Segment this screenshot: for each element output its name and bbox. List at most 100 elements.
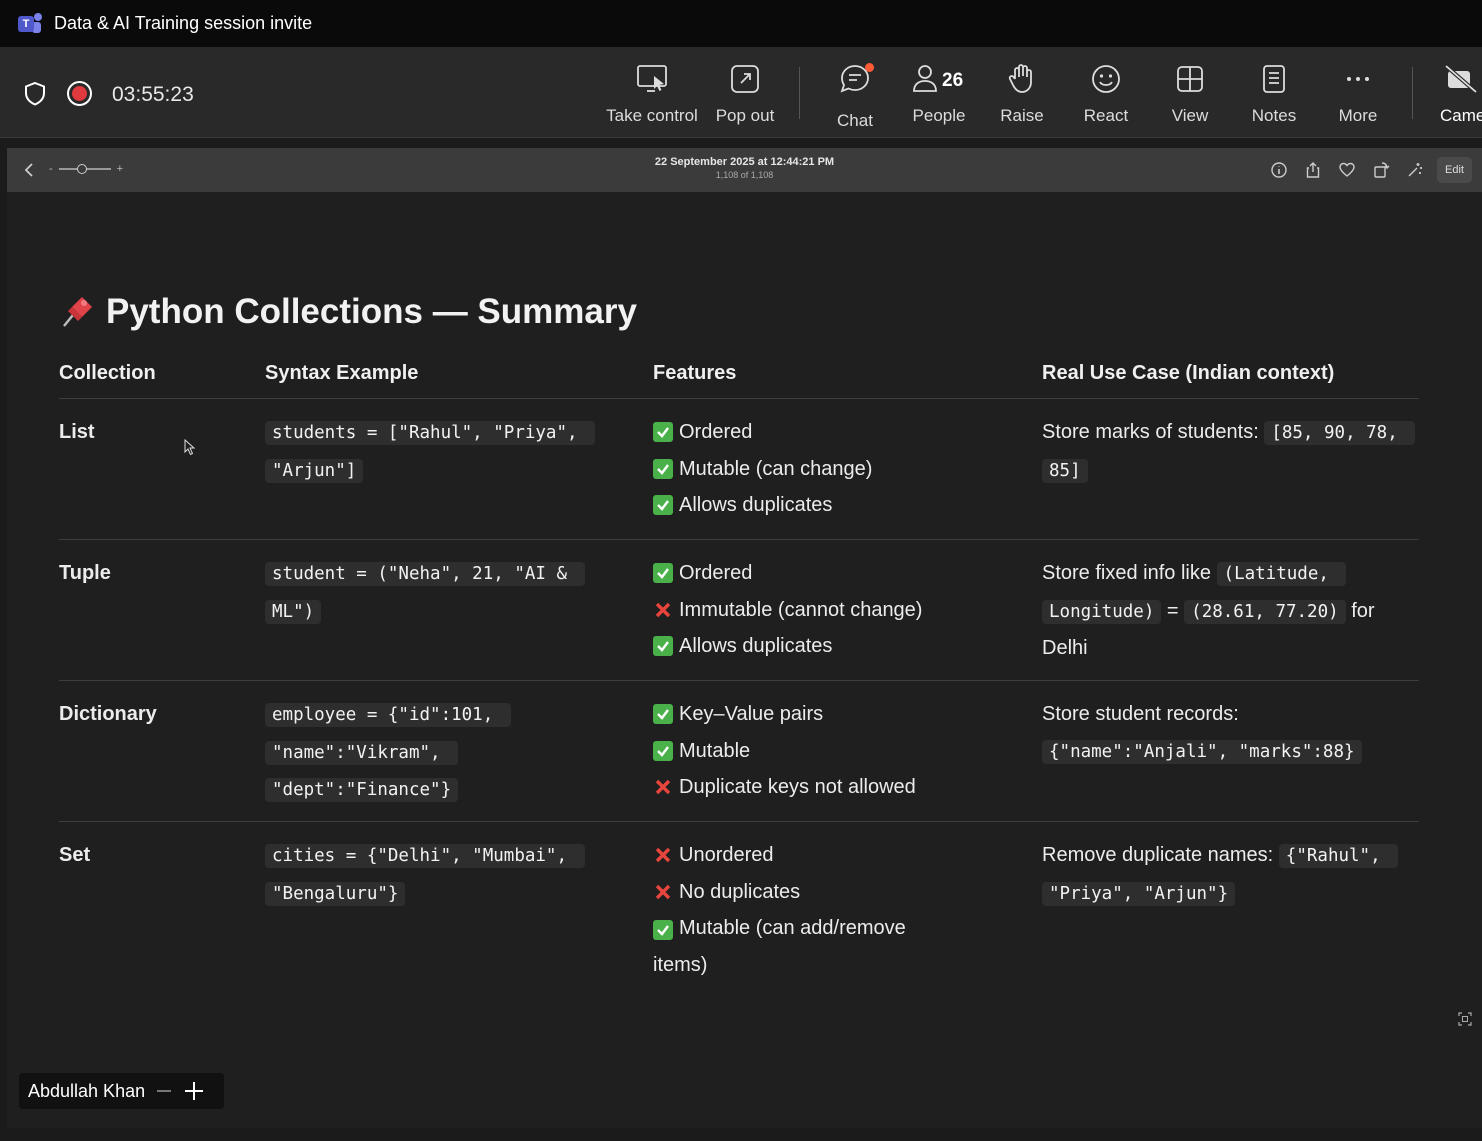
camera-off-icon	[1444, 64, 1478, 94]
feature-item: No duplicates	[653, 874, 953, 911]
usecase-tuple: Store fixed info like (Latitude, Longitu…	[1042, 562, 1375, 659]
camera-button[interactable]: Came	[1440, 62, 1482, 132]
zoom-in-icon[interactable]	[185, 1082, 204, 1100]
photo-count: 1,108 of 1,108	[715, 170, 774, 180]
react-label: React	[1083, 106, 1129, 125]
notes-icon	[1263, 65, 1285, 93]
features-set: Unordered No duplicates Mutable (can add…	[653, 837, 953, 983]
code-snippet: {"name":"Anjali", "marks":88}	[1042, 739, 1362, 764]
react-icon	[1092, 65, 1120, 93]
cross-icon	[653, 600, 673, 620]
view-button[interactable]: View	[1166, 62, 1214, 132]
usecase-set: Remove duplicate names: {"Rahul", "Priya…	[1042, 837, 1417, 912]
window-title: Data & AI Training session invite	[54, 13, 313, 33]
presenter-tag[interactable]: Abdullah Khan	[19, 1073, 224, 1109]
row-divider	[59, 680, 1419, 681]
syntax-set: cities = {"Delhi", "Mumbai", "Bengaluru"…	[265, 837, 595, 912]
view-icon	[1177, 66, 1203, 92]
window-title-bar: T Data & AI Training session invite	[0, 0, 1482, 47]
pop-out-icon	[731, 65, 759, 93]
raise-hand-button[interactable]: Raise	[998, 62, 1046, 132]
recording-indicator-icon	[67, 81, 92, 106]
feature-item: Duplicate keys not allowed	[653, 769, 993, 806]
features-dictionary: Key–Value pairs Mutable Duplicate keys n…	[653, 696, 993, 806]
check-icon	[653, 422, 673, 443]
toolbar-divider	[799, 67, 800, 119]
chat-button[interactable]: Chat	[829, 62, 881, 132]
usecase-dictionary: Store student records: {"name":"Anjali",…	[1042, 696, 1412, 770]
take-control-label: Take control	[606, 106, 698, 125]
col-header-syntax: Syntax Example	[265, 362, 419, 384]
chat-label: Chat	[837, 111, 873, 130]
row-name-tuple: Tuple	[59, 562, 111, 584]
syntax-dictionary: employee = {"id":101, "name":"Vikram", "…	[265, 696, 525, 809]
take-control-icon	[637, 65, 667, 92]
raise-label: Raise	[1000, 106, 1044, 125]
people-button[interactable]: 26 People	[910, 62, 968, 132]
people-count: 26	[942, 70, 964, 91]
react-button[interactable]: React	[1082, 62, 1130, 132]
chat-notification-dot	[865, 63, 874, 72]
feature-item: Ordered	[653, 414, 993, 451]
feature-item: Mutable (can change)	[653, 451, 993, 488]
feature-item: Unordered	[653, 837, 953, 874]
code-snippet: employee = {"id":101, "name":"Vikram", "…	[265, 703, 511, 802]
view-label: View	[1171, 106, 1209, 125]
enhance-icon[interactable]	[1406, 161, 1424, 179]
pushpin-icon	[63, 297, 92, 327]
check-icon	[653, 740, 673, 761]
page-title-text: Python Collections — Summary	[106, 292, 637, 331]
page-title: Python Collections — Summary	[58, 292, 637, 332]
take-control-button[interactable]: Take control	[606, 62, 698, 132]
more-label: More	[1338, 106, 1378, 125]
edit-button[interactable]: Edit	[1437, 157, 1472, 183]
feature-item: Key–Value pairs	[653, 696, 993, 733]
pop-out-label: Pop out	[715, 106, 775, 125]
check-icon	[653, 495, 673, 516]
teams-logo-icon: T	[18, 12, 42, 35]
zoom-out-icon[interactable]	[157, 1090, 172, 1092]
shield-icon[interactable]	[23, 81, 47, 107]
check-icon	[653, 458, 673, 479]
feature-item: Allows duplicates	[653, 628, 993, 665]
feature-item: Mutable (can add/remove items)	[653, 917, 906, 976]
pop-out-button[interactable]: Pop out	[712, 62, 778, 132]
check-icon	[653, 636, 673, 657]
toolbar-divider	[1412, 67, 1413, 119]
people-label: People	[912, 106, 966, 125]
feature-item: Immutable (cannot change)	[653, 592, 993, 629]
syntax-list: students = ["Rahul", "Priya", "Arjun"]	[265, 414, 605, 489]
rotate-icon[interactable]	[1372, 161, 1390, 179]
mouse-cursor-icon	[184, 439, 196, 456]
fit-screen-icon[interactable]	[1458, 1012, 1472, 1026]
people-icon	[913, 65, 937, 92]
col-header-collection: Collection	[59, 362, 156, 384]
presenter-name: Abdullah Khan	[28, 1080, 146, 1101]
heart-icon[interactable]	[1338, 161, 1356, 179]
check-icon	[653, 704, 673, 725]
share-icon[interactable]	[1304, 161, 1322, 179]
cross-icon	[653, 845, 673, 865]
meeting-toolbar: 03:55:23 Take control Pop out Chat 26 Pe…	[0, 47, 1482, 138]
document-content: Python Collections — Summary Collection …	[7, 192, 1482, 1082]
feature-item: Ordered	[653, 555, 993, 592]
header-divider	[59, 398, 1419, 399]
usecase-list: Store marks of students: [85, 90, 78, 85…	[1042, 414, 1416, 489]
notes-button[interactable]: Notes	[1250, 62, 1298, 132]
row-name-set: Set	[59, 844, 91, 866]
raise-hand-icon	[1008, 64, 1032, 93]
row-divider	[59, 539, 1419, 540]
feature-item: Mutable	[653, 733, 993, 770]
meeting-timer: 03:55:23	[112, 83, 194, 106]
row-name-list: List	[59, 421, 95, 443]
cross-icon	[653, 882, 673, 902]
more-button[interactable]: More	[1334, 62, 1382, 132]
shared-screen: - + 22 September 2025 at 12:44:21 PM 1,1…	[7, 148, 1482, 1128]
row-divider	[59, 821, 1419, 822]
syntax-tuple: student = ("Neha", 21, "AI & ML")	[265, 555, 595, 630]
more-icon	[1347, 77, 1369, 81]
code-snippet: student = ("Neha", 21, "AI & ML")	[265, 562, 585, 624]
code-snippet: students = ["Rahul", "Priya", "Arjun"]	[265, 421, 596, 483]
photo-viewer-bar: - + 22 September 2025 at 12:44:21 PM 1,1…	[7, 148, 1482, 192]
info-icon[interactable]	[1270, 161, 1288, 179]
